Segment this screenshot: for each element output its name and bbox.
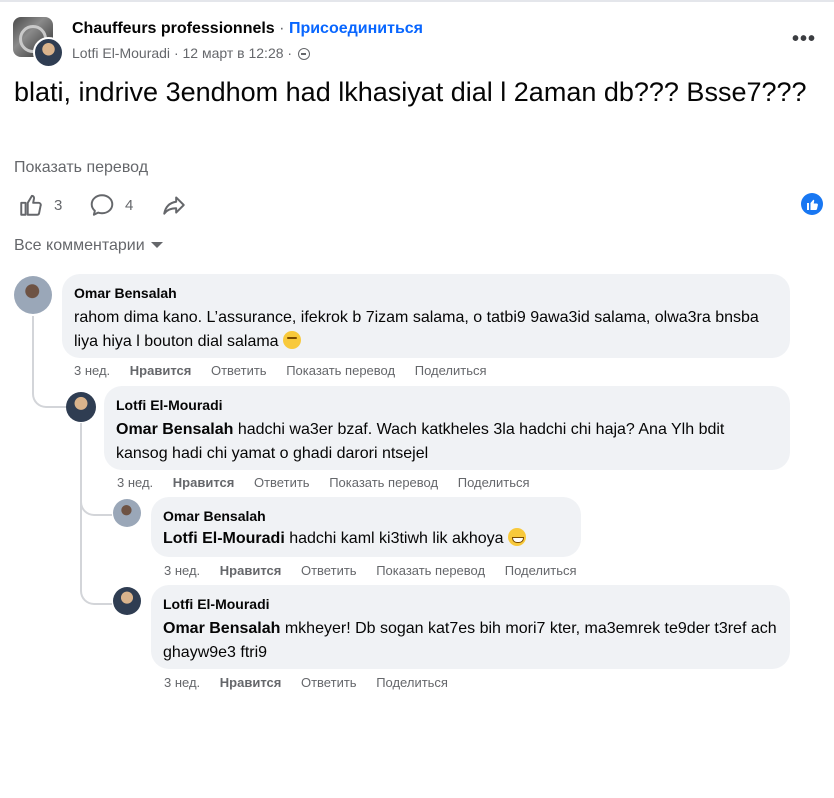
post-text: blati, indrive 3endhom had lkhasiyat dia… [14, 77, 807, 107]
comment-reply-button[interactable]: Ответить [211, 363, 267, 378]
avatar[interactable] [113, 587, 141, 615]
comment-text: Omar Bensalah mkheyer! Db sogan kat7es b… [163, 617, 778, 665]
comment-reply-button[interactable]: Ответить [301, 675, 357, 690]
comment-translate-button[interactable]: Показать перевод [286, 363, 395, 378]
share-arrow-icon [163, 196, 185, 215]
group-avatar[interactable] [13, 17, 64, 68]
comment-bubble: Lotfi El-Mouradi Omar Bensalah mkheyer! … [151, 585, 790, 669]
relieved-emoji-icon [283, 331, 302, 349]
author-avatar[interactable] [33, 37, 64, 68]
like-thumb-icon [20, 194, 42, 216]
comment-actions: 3 нед. Нравится Ответить Показать перево… [74, 363, 503, 378]
comment-mention[interactable]: Omar Bensalah [163, 620, 280, 637]
like-badge-thumb [807, 199, 818, 210]
comment-time[interactable]: 3 нед. [164, 563, 200, 578]
comment-bubble: Lotfi El-Mouradi Omar Bensalah hadchi wa… [104, 386, 790, 470]
comment-time[interactable]: 3 нед. [164, 675, 200, 690]
comment-author[interactable]: Lotfi El-Mouradi [163, 595, 778, 613]
comment-share-button[interactable]: Поделиться [505, 563, 577, 578]
group-name-link[interactable]: Chauffeurs professionnels [72, 20, 275, 37]
comment-button[interactable]: 4 [89, 190, 133, 220]
comment-time[interactable]: 3 нед. [74, 363, 110, 378]
join-group-link[interactable]: Присоединиться [289, 20, 423, 37]
comment-like-button[interactable]: Нравится [220, 563, 282, 578]
more-dots-icon[interactable]: ••• [792, 28, 816, 51]
comment-like-button[interactable]: Нравится [173, 475, 235, 490]
comment-like-button[interactable]: Нравится [220, 675, 282, 690]
share-button[interactable] [160, 190, 188, 220]
comment-bubble: Omar Bensalah Lotfi El-Mouradi hadchi ka… [151, 497, 581, 557]
comment-author[interactable]: Omar Bensalah [74, 284, 778, 302]
header-title-row: Chauffeurs professionnels · Присоединить… [72, 20, 423, 38]
comment-translate-button[interactable]: Показать перевод [376, 563, 485, 578]
comment-text: rahom dima kano. L’assurance, ifekrok b … [74, 306, 778, 354]
comment-author[interactable]: Lotfi El-Mouradi [116, 396, 778, 414]
header-meta-row: Lotfi El-Mouradi · 12 март в 12:28 · [72, 45, 310, 61]
likes-count: 3 [54, 196, 63, 214]
comment-time[interactable]: 3 нед. [117, 475, 153, 490]
comment-share-button[interactable]: Поделиться [415, 363, 487, 378]
like-button[interactable]: 3 [18, 190, 62, 220]
comments-count: 4 [125, 196, 134, 214]
comment-body: rahom dima kano. L’assurance, ifekrok b … [74, 309, 759, 350]
comment-share-button[interactable]: Поделиться [376, 675, 448, 690]
thread-curve [80, 496, 112, 516]
author-name-link[interactable]: Lotfi El-Mouradi [72, 45, 170, 61]
post-timestamp[interactable]: 12 март в 12:28 [183, 45, 284, 61]
thread-curve [32, 370, 66, 408]
comments-filter-label: Все комментарии [14, 237, 145, 254]
comment-bubble: Omar Bensalah rahom dima kano. L’assuran… [62, 274, 790, 358]
comment-text: Omar Bensalah hadchi wa3er bzaf. Wach ka… [116, 418, 778, 466]
comment-text: Lotfi El-Mouradi hadchi kaml ki3tiwh lik… [163, 527, 569, 551]
comment-reply-button[interactable]: Ответить [254, 475, 310, 490]
comment-like-button[interactable]: Нравится [130, 363, 192, 378]
show-translation-link[interactable]: Показать перевод [14, 159, 148, 177]
avatar[interactable] [66, 392, 96, 422]
comment-mention[interactable]: Omar Bensalah [116, 421, 233, 438]
comment-body: hadchi kaml ki3tiwh lik akhoya [284, 530, 504, 547]
comment-actions: 3 нед. Нравится Ответить Показать перево… [117, 475, 546, 490]
comment-share-button[interactable]: Поделиться [458, 475, 530, 490]
avatar[interactable] [14, 276, 52, 314]
comment-icon [90, 194, 114, 216]
thread-curve [80, 583, 112, 605]
caret-down-icon [150, 242, 163, 248]
comment-reply-button[interactable]: Ответить [301, 563, 357, 578]
comment-actions: 3 нед. Нравится Ответить Показать перево… [164, 563, 593, 578]
like-badge-icon[interactable] [801, 193, 823, 215]
comments-filter-dropdown[interactable]: Все комментарии [14, 237, 163, 255]
comment-author[interactable]: Omar Bensalah [163, 507, 569, 525]
comment-mention[interactable]: Lotfi El-Mouradi [163, 530, 285, 547]
separator: · [173, 45, 179, 61]
comment-translate-button[interactable]: Показать перевод [329, 475, 438, 490]
grin-emoji-icon [507, 528, 526, 546]
avatar[interactable] [113, 499, 141, 527]
globe-icon [297, 48, 310, 60]
separator: · [279, 20, 285, 37]
separator: · [287, 45, 293, 61]
top-divider [0, 0, 834, 2]
comment-actions: 3 нед. Нравится Ответить Поделиться [164, 675, 464, 690]
